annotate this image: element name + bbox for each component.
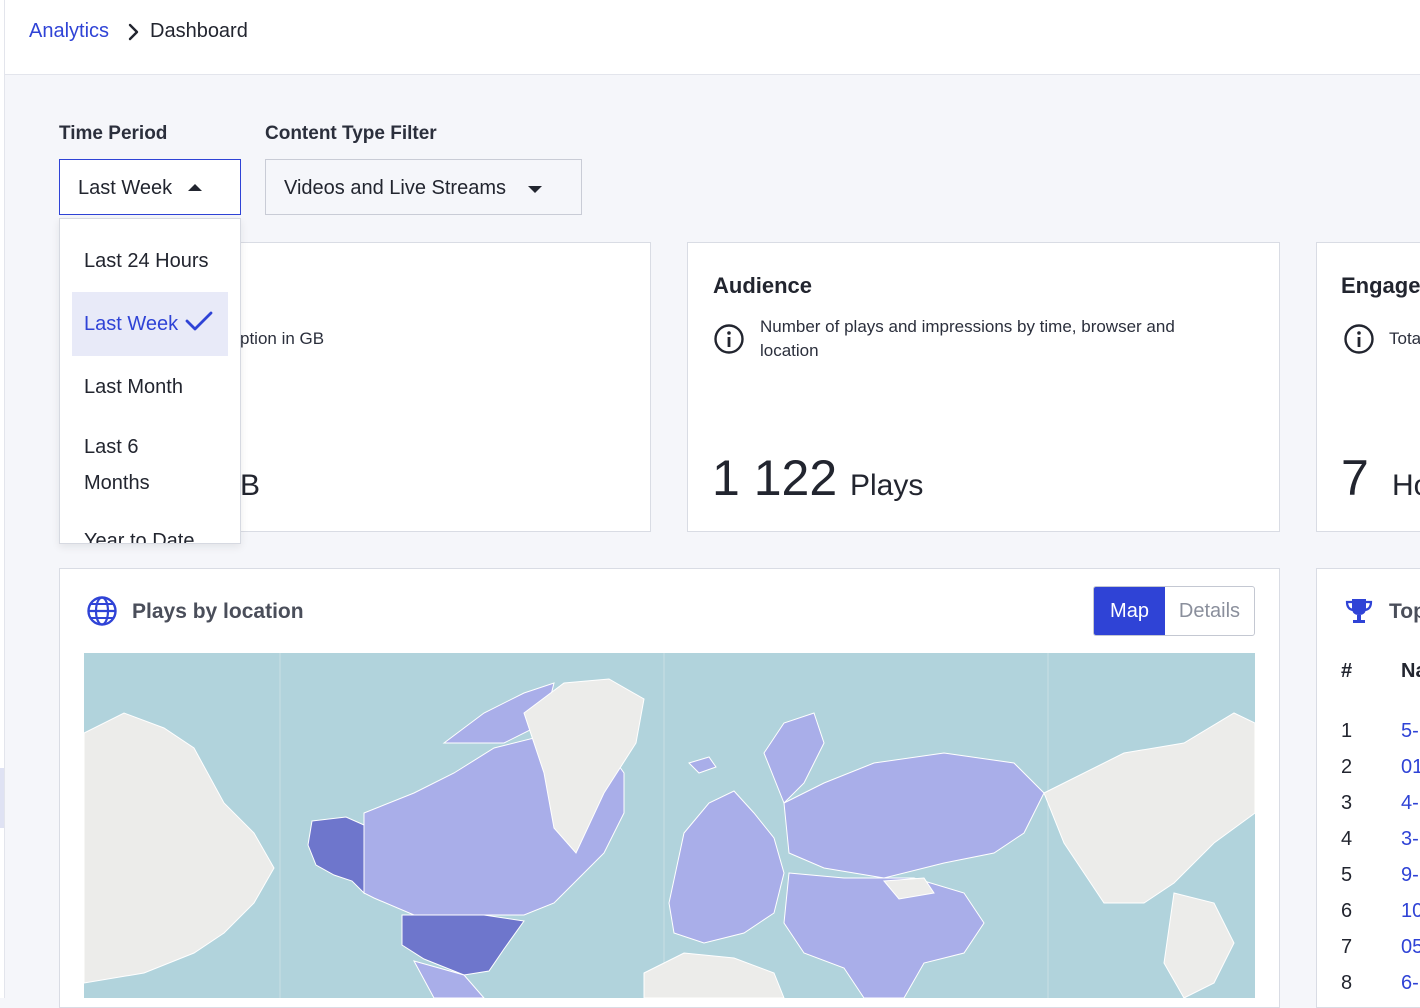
- usage-card-description: ption in GB: [240, 329, 325, 348]
- info-icon: [1344, 324, 1374, 354]
- region-russia: [783, 752, 1045, 879]
- sidebar-edge: [0, 0, 5, 998]
- table-row-name-link[interactable]: 05: [1401, 936, 1420, 959]
- engagement-card-title: Engage: [1341, 273, 1420, 298]
- audience-plays-value: 1 122: [712, 450, 838, 506]
- table-row-name-link[interactable]: 10: [1401, 900, 1420, 923]
- audience-plays-unit: Plays: [850, 469, 924, 502]
- dropdown-option[interactable]: Last 6 Months: [72, 429, 202, 501]
- time-period-label: Time Period: [59, 123, 168, 144]
- dropdown-option-label: Last 24 Hours: [84, 250, 209, 272]
- top-list-title: Top: [1389, 600, 1420, 623]
- dropdown-option[interactable]: Last 24 Hours: [72, 243, 228, 279]
- table-row-rank: 2: [1341, 756, 1353, 778]
- content-type-select[interactable]: Videos and Live Streams: [265, 159, 582, 215]
- table-row-name-link[interactable]: 01: [1401, 756, 1420, 779]
- table-row-rank: 4: [1341, 828, 1353, 850]
- world-map-graphic: [84, 653, 1255, 998]
- time-period-value: Last Week: [78, 177, 173, 199]
- world-map[interactable]: [84, 653, 1255, 998]
- region-alaska: [307, 816, 365, 895]
- engagement-unit: Ho: [1392, 469, 1420, 502]
- table-row-name-link[interactable]: 6-: [1401, 972, 1419, 995]
- plays-by-location-title: Plays by location: [132, 600, 304, 623]
- map-details-toggle: Map Details: [1093, 586, 1255, 636]
- engagement-card: Engage Tota 7 Ho: [1316, 242, 1420, 532]
- table-row-name-link[interactable]: 9-: [1401, 864, 1419, 887]
- table-row-rank: 5: [1341, 864, 1353, 886]
- table-row-rank: 6: [1341, 900, 1353, 922]
- time-period-dropdown: Last 24 Hours Last Week Last Month Last …: [59, 218, 241, 544]
- checkmark-icon: [185, 311, 213, 331]
- time-period-select[interactable]: Last Week: [59, 159, 241, 215]
- info-icon: [714, 324, 744, 354]
- sidebar-active-marker: [0, 768, 4, 828]
- trophy-icon: [1345, 599, 1373, 623]
- table-row-name-link[interactable]: 5-: [1401, 720, 1419, 743]
- breadcrumb-current: Dashboard: [150, 20, 248, 42]
- dropdown-option-label: Last 6 Months: [84, 436, 150, 494]
- audience-card-title: Audience: [713, 273, 813, 298]
- details-tab[interactable]: Details: [1165, 587, 1254, 635]
- breadcrumb-analytics-link[interactable]: Analytics: [29, 20, 109, 43]
- chevron-right-icon: [128, 23, 139, 41]
- dropdown-option-label: Year to Date: [84, 530, 195, 544]
- dropdown-option-label: Last Month: [84, 376, 183, 398]
- content-type-value: Videos and Live Streams: [284, 177, 506, 199]
- top-bar: Analytics Dashboard: [5, 0, 1420, 75]
- dropdown-option[interactable]: Year to Date: [72, 523, 228, 544]
- content-type-label: Content Type Filter: [265, 123, 437, 144]
- dropdown-option[interactable]: Last Month: [72, 369, 228, 405]
- dropdown-option-label: Last Week: [84, 313, 179, 335]
- table-row-name-link[interactable]: 3-: [1401, 828, 1419, 851]
- engagement-card-description: Tota: [1389, 329, 1420, 348]
- dropdown-option-selected[interactable]: Last Week: [72, 292, 228, 356]
- top-list-col-rank: #: [1341, 660, 1353, 682]
- table-row-rank: 7: [1341, 936, 1353, 958]
- audience-card-description: Number of plays and impressions by time,…: [760, 317, 1175, 360]
- engagement-value: 7: [1341, 450, 1369, 506]
- table-row-rank: 3: [1341, 792, 1353, 814]
- table-row-name-link[interactable]: 4-: [1401, 792, 1419, 815]
- audience-card: Audience Number of plays and impressions…: [687, 242, 1280, 532]
- caret-down-icon: [528, 186, 542, 193]
- usage-card-unit: B: [240, 469, 261, 502]
- map-tab[interactable]: Map: [1094, 587, 1165, 635]
- top-list-col-name: Na: [1401, 660, 1420, 682]
- table-row-rank: 8: [1341, 972, 1353, 994]
- globe-icon: [87, 596, 117, 626]
- table-row-rank: 1: [1341, 720, 1353, 742]
- caret-up-icon: [188, 184, 202, 191]
